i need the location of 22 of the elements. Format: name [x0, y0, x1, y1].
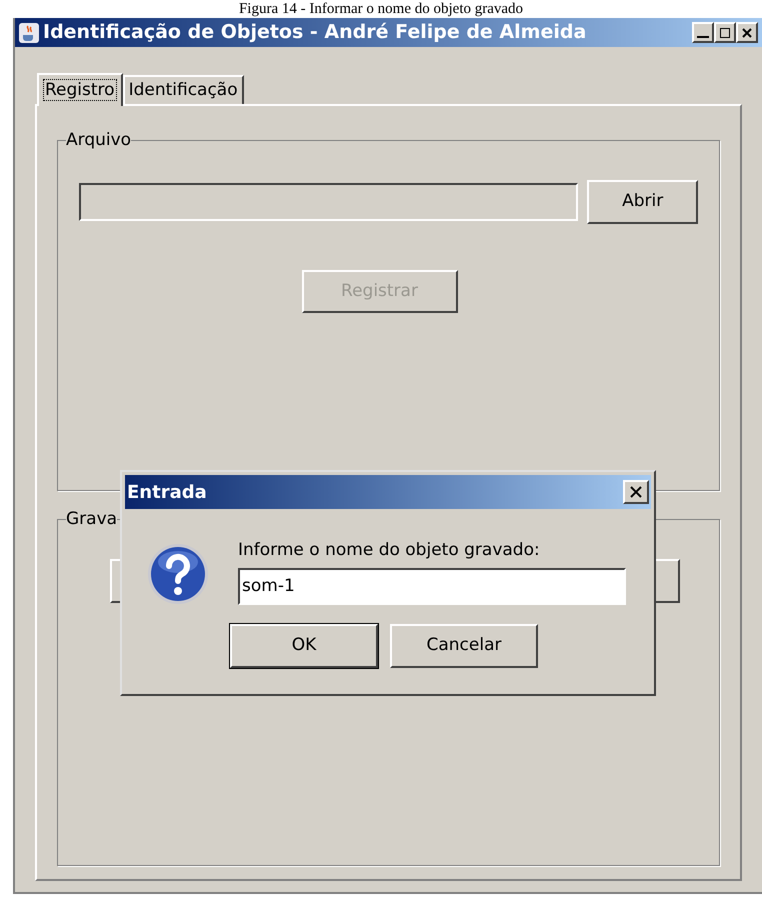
- close-button[interactable]: [736, 22, 758, 43]
- dialog-title: Entrada: [127, 480, 207, 504]
- coffee-cup-icon: [19, 22, 39, 42]
- group-title: Arquivo: [66, 130, 132, 150]
- dialog-message: Informe o nome do objeto gravado:: [238, 539, 541, 562]
- minimize-button[interactable]: [692, 22, 714, 43]
- object-name-field[interactable]: som-1: [238, 568, 626, 604]
- close-icon: [741, 26, 753, 38]
- question-mark-icon: [146, 542, 210, 606]
- maximize-button[interactable]: [714, 22, 736, 43]
- dialog-button[interactable]: Cancelar: [390, 624, 538, 668]
- tab[interactable]: Identificação: [122, 75, 244, 104]
- open-button[interactable]: Abrir: [587, 180, 698, 224]
- close-button[interactable]: [623, 480, 649, 504]
- figure-caption: Figura 14 - Informar o nome do objeto gravado: [238, 0, 524, 18]
- maximize-icon: [719, 26, 731, 38]
- minimize-icon: [697, 36, 709, 38]
- close-icon: [629, 485, 643, 499]
- file-path-field[interactable]: [79, 183, 578, 221]
- dialog-button[interactable]: OK: [230, 624, 378, 668]
- window-title: Identificação de Objetos - André Felipe de Almeida: [43, 20, 588, 46]
- tab[interactable]: Registro: [37, 73, 123, 106]
